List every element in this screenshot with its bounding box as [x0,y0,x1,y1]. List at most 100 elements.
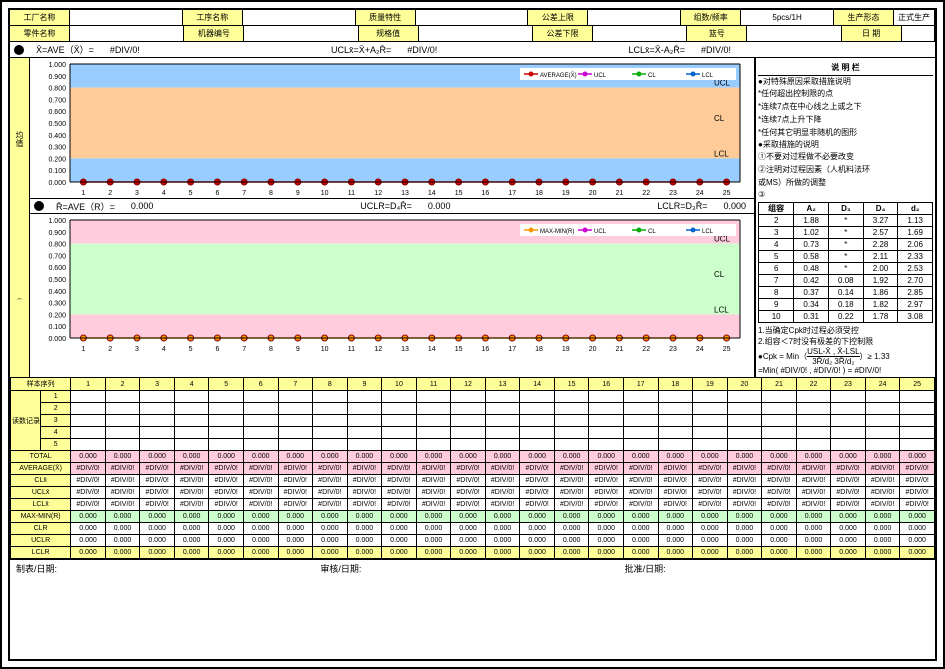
data-cell[interactable]: #DIV/0! [382,499,417,511]
data-cell[interactable]: 0.000 [589,511,624,523]
data-cell[interactable] [831,415,866,427]
data-cell[interactable]: 0.000 [520,451,555,463]
data-cell[interactable] [71,415,106,427]
data-cell[interactable]: 0.000 [485,535,520,547]
data-cell[interactable]: 0.000 [693,451,728,463]
data-cell[interactable] [693,439,728,451]
data-cell[interactable]: 0.000 [796,451,831,463]
data-cell[interactable] [762,391,797,403]
data-cell[interactable] [174,403,209,415]
data-cell[interactable]: #DIV/0! [140,475,175,487]
data-cell[interactable]: 0.000 [71,547,106,559]
data-cell[interactable]: 0.000 [382,511,417,523]
data-cell[interactable]: #DIV/0! [865,475,900,487]
data-cell[interactable]: 0.000 [382,535,417,547]
data-cell[interactable] [451,415,486,427]
data-cell[interactable]: 0.000 [451,535,486,547]
data-cell[interactable]: 0.000 [174,511,209,523]
data-cell[interactable] [382,391,417,403]
data-cell[interactable]: #DIV/0! [589,463,624,475]
data-cell[interactable] [278,391,313,403]
data-cell[interactable]: 0.000 [485,523,520,535]
data-cell[interactable]: 0.000 [416,511,451,523]
data-cell[interactable]: #DIV/0! [105,499,140,511]
data-cell[interactable]: 0.000 [554,535,589,547]
data-cell[interactable]: #DIV/0! [243,499,278,511]
data-cell[interactable]: #DIV/0! [313,463,348,475]
data-cell[interactable]: 0.000 [416,535,451,547]
data-cell[interactable]: 0.000 [900,451,935,463]
data-cell[interactable]: 0.000 [313,523,348,535]
data-cell[interactable]: #DIV/0! [554,463,589,475]
data-cell[interactable] [762,427,797,439]
data-cell[interactable]: #DIV/0! [900,499,935,511]
data-cell[interactable]: 0.000 [105,535,140,547]
data-cell[interactable]: 0.000 [347,535,382,547]
data-cell[interactable]: 0.000 [520,511,555,523]
data-cell[interactable]: #DIV/0! [762,463,797,475]
data-cell[interactable] [243,403,278,415]
data-cell[interactable] [762,403,797,415]
data-cell[interactable] [313,427,348,439]
data-cell[interactable] [140,403,175,415]
data-cell[interactable]: 0.000 [105,523,140,535]
hdr1-v4[interactable]: 5pcs/1H [741,10,834,25]
data-cell[interactable] [727,427,762,439]
data-cell[interactable] [624,403,659,415]
data-cell[interactable]: 0.000 [347,523,382,535]
data-cell[interactable]: 0.000 [796,511,831,523]
data-cell[interactable]: 0.000 [451,547,486,559]
data-cell[interactable]: 0.000 [174,451,209,463]
data-cell[interactable] [900,391,935,403]
data-cell[interactable]: #DIV/0! [382,487,417,499]
data-cell[interactable] [520,403,555,415]
data-cell[interactable]: 0.000 [243,523,278,535]
hdr2-v2[interactable] [419,26,533,41]
data-cell[interactable] [554,415,589,427]
data-cell[interactable]: 0.000 [174,523,209,535]
data-cell[interactable] [796,391,831,403]
data-cell[interactable]: 0.000 [831,511,866,523]
data-cell[interactable]: #DIV/0! [589,499,624,511]
data-cell[interactable] [624,427,659,439]
data-cell[interactable] [796,415,831,427]
data-cell[interactable]: 0.000 [416,547,451,559]
data-cell[interactable] [243,439,278,451]
data-cell[interactable]: 0.000 [313,511,348,523]
data-cell[interactable]: 0.000 [865,523,900,535]
data-cell[interactable]: #DIV/0! [209,475,244,487]
data-cell[interactable] [520,427,555,439]
data-cell[interactable]: #DIV/0! [347,499,382,511]
data-cell[interactable]: 0.000 [658,523,693,535]
data-cell[interactable]: 0.000 [554,523,589,535]
data-cell[interactable]: 0.000 [209,511,244,523]
data-cell[interactable] [278,403,313,415]
data-cell[interactable]: 0.000 [658,451,693,463]
data-cell[interactable]: #DIV/0! [416,499,451,511]
data-cell[interactable] [278,415,313,427]
data-cell[interactable]: 0.000 [900,547,935,559]
data-cell[interactable]: #DIV/0! [243,463,278,475]
data-cell[interactable]: #DIV/0! [624,499,659,511]
data-cell[interactable]: 0.000 [900,523,935,535]
data-cell[interactable]: 0.000 [71,523,106,535]
data-cell[interactable]: 0.000 [693,535,728,547]
data-cell[interactable]: #DIV/0! [865,487,900,499]
data-cell[interactable] [382,403,417,415]
hdr2-v1[interactable] [244,26,358,41]
data-cell[interactable]: #DIV/0! [451,499,486,511]
data-cell[interactable]: #DIV/0! [416,463,451,475]
hdr2-v5[interactable] [902,26,935,41]
data-cell[interactable] [554,403,589,415]
data-cell[interactable]: #DIV/0! [382,475,417,487]
data-cell[interactable]: #DIV/0! [174,475,209,487]
data-cell[interactable] [105,427,140,439]
data-cell[interactable]: #DIV/0! [520,487,555,499]
data-cell[interactable]: #DIV/0! [71,487,106,499]
data-cell[interactable] [865,415,900,427]
data-cell[interactable]: #DIV/0! [693,487,728,499]
data-cell[interactable]: #DIV/0! [209,487,244,499]
data-cell[interactable] [831,427,866,439]
data-cell[interactable] [693,391,728,403]
data-cell[interactable] [485,403,520,415]
